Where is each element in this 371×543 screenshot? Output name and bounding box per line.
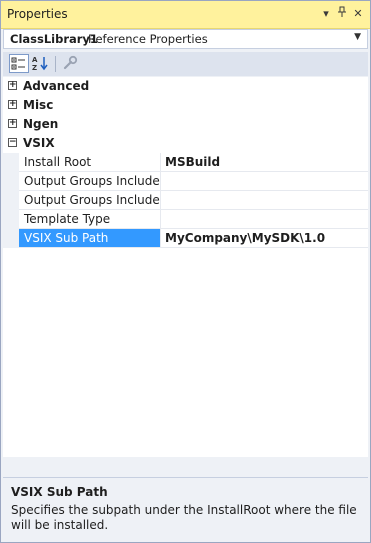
expand-icon[interactable]: + [8, 100, 17, 109]
category-ngen[interactable]: + Ngen [3, 115, 368, 134]
property-name[interactable]: Output Groups Included in [19, 191, 161, 209]
pin-icon[interactable] [335, 6, 349, 22]
category-vsix[interactable]: − VSIX [3, 134, 368, 153]
category-label: Misc [23, 98, 54, 112]
row-gutter [3, 229, 19, 248]
property-name[interactable]: Output Groups Included in [19, 172, 161, 190]
property-row-install-root[interactable]: Install Root MSBuild [3, 153, 368, 172]
category-advanced[interactable]: + Advanced [3, 77, 368, 96]
close-icon[interactable]: ✕ [351, 6, 365, 22]
category-label: Advanced [23, 79, 90, 93]
property-name[interactable]: Template Type [19, 210, 161, 228]
row-gutter [3, 153, 19, 172]
category-misc[interactable]: + Misc [3, 96, 368, 115]
property-row-output-groups-2[interactable]: Output Groups Included in [3, 191, 368, 210]
property-value[interactable] [161, 172, 368, 190]
toolbar-separator [55, 56, 56, 72]
properties-toolbar: A Z [3, 52, 368, 76]
category-label: Ngen [23, 117, 59, 131]
property-name[interactable]: VSIX Sub Path [19, 229, 161, 247]
description-pane: VSIX Sub Path Specifies the subpath unde… [3, 477, 368, 541]
row-gutter [3, 172, 19, 191]
expand-icon[interactable]: + [8, 119, 17, 128]
collapse-icon[interactable]: − [8, 138, 17, 147]
expand-icon[interactable]: + [8, 81, 17, 90]
category-label: VSIX [23, 136, 55, 150]
alphabetical-icon[interactable]: A Z [30, 54, 50, 73]
svg-text:A: A [32, 56, 38, 64]
object-type: Reference Properties [88, 32, 208, 46]
property-value[interactable]: MSBuild [161, 153, 368, 171]
properties-window: Properties ▾ ✕ ClassLibrary1 Reference P… [0, 0, 371, 543]
property-grid: + Advanced + Misc + Ngen − VSIX Install … [3, 77, 368, 457]
title-bar[interactable]: Properties ▾ ✕ [1, 1, 370, 29]
property-row-template-type[interactable]: Template Type [3, 210, 368, 229]
description-title: VSIX Sub Path [11, 485, 108, 499]
row-gutter [3, 191, 19, 210]
window-menu-dropdown-icon[interactable]: ▾ [319, 6, 333, 22]
categorized-icon[interactable] [9, 54, 29, 73]
property-row-vsix-sub-path[interactable]: VSIX Sub Path MyCompany\MySDK\1.0 [3, 229, 368, 248]
row-gutter [3, 210, 19, 229]
property-value[interactable] [161, 210, 368, 228]
property-value[interactable]: MyCompany\MySDK\1.0 [161, 229, 368, 247]
property-pages-icon[interactable] [61, 54, 81, 73]
object-selector[interactable]: ClassLibrary1 Reference Properties ▼ [3, 29, 368, 49]
property-value[interactable] [161, 191, 368, 209]
chevron-down-icon[interactable]: ▼ [354, 32, 361, 42]
object-name: ClassLibrary1 [10, 32, 98, 46]
window-title: Properties [7, 7, 68, 21]
property-row-output-groups-1[interactable]: Output Groups Included in [3, 172, 368, 191]
svg-text:Z: Z [32, 64, 37, 72]
property-name[interactable]: Install Root [19, 153, 161, 171]
description-text: Specifies the subpath under the InstallR… [11, 503, 357, 532]
